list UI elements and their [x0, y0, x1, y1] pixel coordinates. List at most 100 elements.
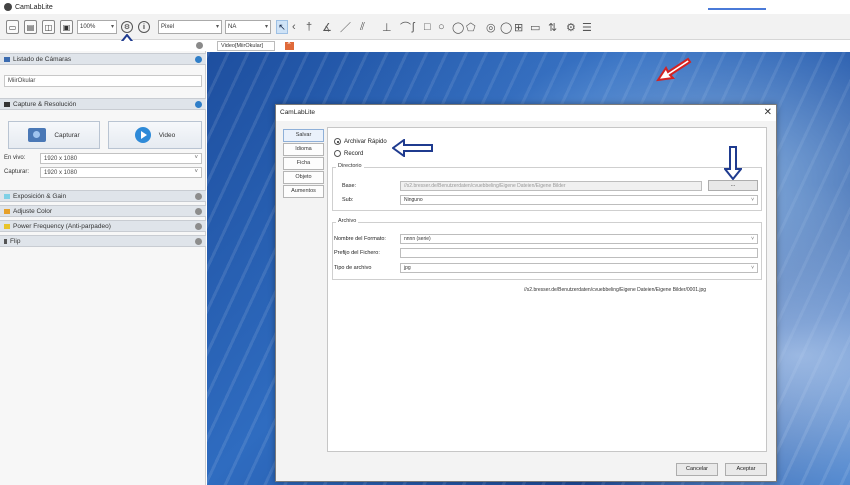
sub-value: Ninguno — [404, 197, 423, 203]
live-resolution-select[interactable]: 1920 x 1080 ˅ — [40, 153, 202, 164]
settings-icon[interactable]: ⚙ — [566, 20, 576, 34]
path-preview: //s2.bresser.de/Benutzerdaten/cvuebbelin… — [524, 287, 707, 293]
actual-size-icon[interactable]: ▣ — [60, 20, 73, 34]
close-tab-icon[interactable] — [285, 40, 294, 50]
format-select[interactable]: nnnn (serie) ˅ — [400, 234, 758, 244]
camera-capture-icon — [28, 128, 47, 142]
file-type-select[interactable]: jpg ˅ — [400, 263, 758, 273]
video-tab[interactable]: Video[MiirOkular] — [217, 41, 275, 51]
sub-label: Sub: — [342, 197, 354, 203]
color-adjust-title: Adjuste Color — [13, 207, 53, 215]
play-icon — [134, 127, 151, 143]
nav-file[interactable]: Ficha — [283, 157, 324, 170]
pointer-tool-icon[interactable]: ↖ — [276, 20, 288, 34]
vertical-line-icon[interactable]: † — [306, 20, 312, 34]
ruler-icon[interactable]: ▭ — [530, 20, 540, 34]
capture-resolution-header[interactable]: Capture & Resolución — [0, 98, 206, 110]
base-label: Base: — [342, 183, 357, 189]
expand-icon[interactable] — [195, 193, 202, 200]
exposure-gain-title: Exposición & Gain — [13, 192, 67, 200]
target-tool-icon[interactable]: ◎ — [486, 20, 496, 34]
camera-item-label: MiirOkular — [8, 78, 36, 84]
expand-icon[interactable] — [195, 208, 202, 215]
info-icon[interactable]: i — [138, 21, 150, 33]
arc-tool-icon[interactable]: ⌒ — [400, 20, 411, 34]
angle-tool-icon[interactable]: ∡ — [322, 20, 332, 34]
nav-save[interactable]: Salvar — [283, 129, 324, 142]
exposure-gain-header[interactable]: Exposición & Gain — [0, 190, 206, 202]
camera-list-header[interactable]: Listado de Cámaras — [0, 53, 206, 65]
live-resolution-label: En vivo: — [4, 155, 26, 161]
table-icon[interactable]: ⊞ — [514, 20, 523, 34]
dialog-content: Archivar Rápido Record Directorio Base: … — [327, 127, 767, 452]
window-title: CamLabLite — [15, 3, 53, 11]
parallel-lines-icon[interactable]: ⫽ — [360, 20, 365, 34]
sub-select[interactable]: Ninguno ˅ — [400, 195, 758, 205]
capture-resolution-select[interactable]: 1920 x 1080 ˅ — [40, 167, 202, 178]
record-radio[interactable]: Record — [334, 150, 363, 157]
collapse-icon[interactable] — [195, 101, 202, 108]
capture-resolution-title: Capture & Resolución — [13, 100, 77, 108]
app-window: CamLabLite ▭ ▤ ◫ ▣ 100% ▾ ⚙ i Pixel ▾ NA… — [0, 0, 850, 485]
capture-button[interactable]: Capturar — [8, 121, 100, 149]
annotation-arrow-left-icon — [392, 139, 433, 157]
dialog-title: CamLabLite — [276, 105, 776, 121]
chevron-down-icon: ▾ — [110, 24, 114, 30]
directory-group-title: Directorio — [336, 163, 364, 169]
prefix-label: Prefijo del Fichero: — [334, 250, 380, 256]
accept-button[interactable]: Aceptar — [725, 463, 767, 476]
capture-resolution-label: Capturar: — [4, 169, 30, 175]
expand-icon[interactable] — [195, 238, 202, 245]
chevron-down-icon: ˅ — [751, 236, 754, 242]
prefix-input[interactable] — [400, 248, 758, 258]
save-icon[interactable]: ▤ — [24, 20, 37, 34]
record-label: Record — [344, 150, 364, 157]
chevron-down-icon: ▾ — [215, 24, 219, 30]
annotation-arrow-down-icon — [724, 146, 742, 180]
video-button-label: Video — [158, 131, 176, 139]
browse-button[interactable]: ... — [708, 180, 758, 191]
nav-language[interactable]: Idioma — [283, 143, 324, 156]
quick-archive-label: Archivar Rápido — [344, 138, 387, 145]
unit-select[interactable]: Pixel ▾ — [158, 20, 222, 34]
curve-tool-icon[interactable]: ʃ — [412, 20, 414, 34]
magnification-value: NA — [228, 24, 237, 30]
magnification-select[interactable]: NA ▾ — [225, 20, 271, 34]
line-tool-icon[interactable]: ／ — [340, 20, 351, 34]
cancel-button[interactable]: Cancelar — [676, 463, 718, 476]
polygon-tool-icon[interactable]: ⬠ — [466, 20, 476, 34]
camera-list-item[interactable]: MiirOkular — [4, 75, 202, 87]
align-icon[interactable]: ⇅ — [548, 20, 557, 34]
nav-object[interactable]: Objeto — [283, 171, 324, 184]
camera-list-title: Listado de Cámaras — [13, 55, 72, 63]
power-frequency-header[interactable]: Power Frequency (Anti-parpadeo) — [0, 220, 206, 232]
close-icon[interactable]: ✕ — [764, 107, 772, 118]
perpendicular-icon[interactable]: ⊥ — [382, 20, 392, 34]
flip-header[interactable]: Flip — [0, 235, 206, 247]
collapse-icon[interactable] — [195, 56, 202, 63]
nav-magnification[interactable]: Aumentos — [283, 185, 324, 198]
fit-window-icon[interactable]: ◫ — [42, 20, 55, 34]
zoom-select[interactable]: 100% ▾ — [77, 20, 117, 34]
list-icon[interactable]: ☰ — [582, 20, 592, 34]
ring-tool-icon[interactable]: ◯ — [500, 20, 512, 34]
rectangle-tool-icon[interactable]: □ — [424, 20, 431, 34]
video-button[interactable]: Video — [108, 121, 202, 149]
close-icon[interactable] — [196, 42, 203, 49]
quick-archive-radio[interactable]: Archivar Rápido — [334, 138, 387, 145]
expand-icon[interactable] — [195, 223, 202, 230]
base-path-input[interactable]: //s2.bresser.de/Benutzerdaten/cvuebbelin… — [400, 181, 702, 191]
ellipse-tool-icon[interactable]: ◯ — [452, 20, 464, 34]
circle-tool-icon[interactable]: ○ — [438, 20, 445, 34]
color-adjust-header[interactable]: Adjuste Color — [0, 205, 206, 217]
chevron-down-icon: ˅ — [194, 155, 198, 161]
file-type-label: Tipo de archivo — [334, 265, 372, 271]
settings-dialog: CamLabLite ✕ Salvar Idioma Ficha Objeto … — [275, 104, 777, 482]
capture-button-label: Capturar — [54, 131, 80, 139]
back-icon[interactable]: ‹ — [292, 20, 296, 34]
flip-icon — [4, 238, 7, 244]
settings-gear-icon[interactable]: ⚙ — [121, 21, 133, 33]
left-panel: Listado de Cámaras MiirOkular Capture & … — [0, 41, 206, 485]
open-folder-icon[interactable]: ▭ — [6, 20, 19, 34]
dialog-nav: Salvar Idioma Ficha Objeto Aumentos — [283, 129, 324, 299]
